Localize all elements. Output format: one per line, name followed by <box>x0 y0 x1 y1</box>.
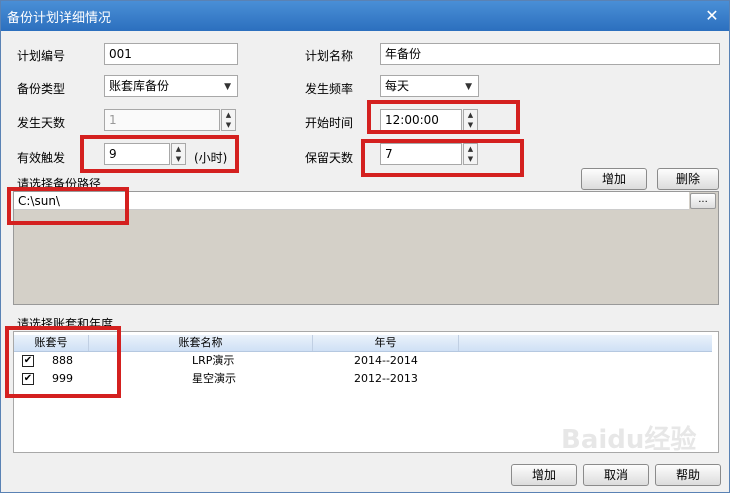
watermark-logo: Baidu经验 <box>561 425 697 455</box>
highlight-box-accounts <box>5 326 121 398</box>
keep-days-label: 保留天数 <box>305 151 354 165</box>
cell-year: 2014--2014 <box>354 354 418 367</box>
trigger-label: 有效触发 <box>17 151 66 165</box>
plan-name-label: 计划名称 <box>305 49 354 63</box>
highlight-box-start-time <box>367 100 520 134</box>
cell-account-name: LRP演示 <box>192 354 235 367</box>
window-title: 备份计划详细情况 <box>7 11 112 26</box>
chevron-down-icon: ▼ <box>224 82 231 92</box>
add-button[interactable]: 增加 <box>511 464 577 486</box>
help-button[interactable]: 帮助 <box>655 464 721 486</box>
spin-up-icon[interactable]: ▲ <box>222 110 235 120</box>
backup-type-label: 备份类型 <box>17 82 66 96</box>
cancel-button[interactable]: 取消 <box>583 464 649 486</box>
frequency-label: 发生频率 <box>305 82 354 96</box>
days-field[interactable]: 1 <box>104 109 220 131</box>
dialog-window: 备份计划详细情况 ✕ 计划编号 001 计划名称 年备份 备份类型 账套库备份 … <box>0 0 730 493</box>
header-account-name[interactable]: 账套名称 <box>89 335 313 351</box>
delete-path-button[interactable]: 删除 <box>657 168 719 190</box>
title-bar: 备份计划详细情况 ✕ <box>1 1 729 31</box>
chevron-down-icon: ▼ <box>465 82 472 92</box>
plan-no-label: 计划编号 <box>17 49 66 63</box>
days-spinner[interactable]: ▲ ▼ <box>221 109 236 131</box>
frequency-select[interactable]: 每天 ▼ <box>380 75 479 97</box>
cell-year: 2012--2013 <box>354 372 418 385</box>
add-path-button[interactable]: 增加 <box>581 168 647 190</box>
plan-name-field[interactable]: 年备份 <box>380 43 720 65</box>
frequency-value: 每天 <box>385 79 410 93</box>
highlight-box-keep-days <box>361 139 524 177</box>
days-label: 发生天数 <box>17 116 66 130</box>
close-icon[interactable]: ✕ <box>703 7 721 25</box>
plan-no-field[interactable]: 001 <box>104 43 238 65</box>
cell-account-name: 星空演示 <box>192 372 236 385</box>
highlight-box-trigger <box>80 135 239 173</box>
start-time-label: 开始时间 <box>305 116 354 130</box>
highlight-box-path <box>7 187 129 225</box>
header-year[interactable]: 年号 <box>313 335 459 351</box>
spin-down-icon[interactable]: ▼ <box>222 120 235 130</box>
backup-type-value: 账套库备份 <box>109 79 170 93</box>
backup-type-select[interactable]: 账套库备份 ▼ <box>104 75 238 97</box>
browse-button[interactable]: ... <box>690 193 716 209</box>
